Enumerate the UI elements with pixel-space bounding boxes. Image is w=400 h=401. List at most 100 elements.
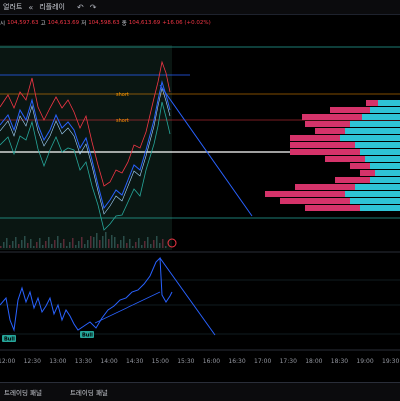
bull-label: Bull bbox=[4, 337, 15, 343]
time-tick: 15:30 bbox=[177, 358, 194, 365]
bull-label: Bull bbox=[82, 333, 93, 339]
volume-bar bbox=[141, 245, 143, 248]
volume-bar bbox=[66, 246, 68, 248]
volume-bar bbox=[153, 240, 155, 248]
volume-bar bbox=[60, 243, 62, 248]
profile-row-bull bbox=[360, 205, 400, 211]
volume-bar bbox=[0, 246, 2, 248]
volume-bar bbox=[18, 244, 20, 248]
profile-row-bear bbox=[280, 198, 350, 204]
volume-bar bbox=[108, 239, 110, 248]
volume-bar bbox=[78, 241, 80, 248]
open-value: 104,597.63 bbox=[7, 20, 39, 26]
volume-bar bbox=[69, 242, 71, 248]
short-annotation: short bbox=[116, 118, 129, 124]
volume-bar bbox=[129, 239, 131, 248]
profile-row-bear bbox=[305, 121, 350, 127]
profile-row-bull bbox=[370, 107, 400, 113]
volume-bar bbox=[33, 246, 35, 248]
profile-row-bear bbox=[335, 177, 370, 183]
profile-row-bull bbox=[355, 184, 400, 190]
time-tick: 14:00 bbox=[100, 358, 117, 365]
volume-bar bbox=[150, 244, 152, 248]
bottom-panel-bar: 트레이딩 패널 트레이딩 패널 bbox=[0, 382, 400, 401]
volume-bar bbox=[42, 245, 44, 248]
time-tick: 12:00 bbox=[0, 358, 15, 365]
low-value: 104,598.63 bbox=[88, 20, 120, 26]
volume-bar bbox=[81, 237, 83, 248]
time-tick: 12:30 bbox=[24, 358, 41, 365]
redo-icon[interactable]: ↷ bbox=[87, 3, 100, 12]
profile-row-bear bbox=[325, 156, 365, 162]
volume-bar bbox=[102, 236, 104, 248]
volume-bar bbox=[93, 237, 95, 248]
trading-panel-tab[interactable]: 트레이딩 패널 bbox=[66, 387, 114, 397]
volume-bar bbox=[57, 236, 59, 248]
profile-row-bear bbox=[315, 128, 345, 134]
volume-bar bbox=[21, 240, 23, 248]
open-label: 시 bbox=[0, 21, 6, 27]
volume-bar bbox=[12, 241, 14, 248]
volume-bar bbox=[36, 242, 38, 248]
profile-row-bull bbox=[365, 156, 400, 162]
profile-row-bull bbox=[350, 121, 400, 127]
profile-row-bull bbox=[362, 114, 400, 120]
trading-panel-tab[interactable]: 트레이딩 패널 bbox=[0, 387, 48, 397]
low-label: 저 bbox=[81, 21, 87, 27]
volume-bar bbox=[159, 243, 161, 248]
profile-row-bear bbox=[302, 114, 362, 120]
rewind-icon[interactable]: « bbox=[25, 3, 36, 12]
profile-row-bull bbox=[370, 163, 400, 169]
time-axis[interactable]: 12:00 12:30 13:00 13:30 14:00 14:30 15:00 15:30… bbox=[0, 358, 399, 365]
profile-row-bear bbox=[290, 149, 360, 155]
profile-row-bear bbox=[305, 205, 360, 211]
oscillator-pane bbox=[0, 252, 400, 350]
time-tick: 13:00 bbox=[49, 358, 66, 365]
replay-button[interactable]: 리플레이 bbox=[36, 2, 68, 12]
profile-row-bear bbox=[360, 170, 375, 176]
volume-bar bbox=[126, 243, 128, 248]
volume-bar bbox=[63, 239, 65, 248]
volume-bar bbox=[162, 239, 164, 248]
volume-bar bbox=[111, 235, 113, 248]
high-label: 고 bbox=[40, 21, 46, 27]
profile-row-bear bbox=[265, 191, 345, 197]
top-toolbar: 얼러트 « 리플레이 ↶ ↷ bbox=[0, 0, 400, 15]
volume-bar bbox=[72, 238, 74, 248]
volume-bar bbox=[24, 236, 26, 248]
profile-row-bull bbox=[345, 128, 400, 134]
volume-bar bbox=[138, 238, 140, 248]
change-value: +16.06 (+0.02%) bbox=[162, 20, 211, 26]
profile-row-bear bbox=[350, 163, 370, 169]
volume-bar bbox=[30, 239, 32, 248]
volume-bar bbox=[39, 238, 41, 248]
volume-bar bbox=[9, 245, 11, 248]
volume-bar bbox=[120, 240, 122, 248]
price-chart[interactable]: short short Bull Bull 12:00 12:30 13:00 13:… bbox=[0, 30, 400, 382]
profile-row-bear bbox=[366, 100, 378, 106]
volume-bar bbox=[3, 242, 5, 248]
volume-bar bbox=[117, 244, 119, 248]
time-tick: 17:00 bbox=[254, 358, 271, 365]
undo-icon[interactable]: ↶ bbox=[74, 3, 87, 12]
volume-bar bbox=[156, 236, 158, 248]
profile-row-bull bbox=[370, 177, 400, 183]
volume-bar bbox=[96, 233, 98, 248]
time-tick: 13:30 bbox=[75, 358, 92, 365]
volume-bar bbox=[48, 237, 50, 248]
profile-row-bull bbox=[378, 100, 400, 106]
volume-bar bbox=[135, 242, 137, 248]
profile-row-bear bbox=[290, 135, 340, 141]
volume-bar bbox=[132, 246, 134, 248]
time-tick: 14:30 bbox=[126, 358, 143, 365]
time-tick: 16:00 bbox=[203, 358, 220, 365]
alert-button[interactable]: 얼러트 bbox=[0, 2, 25, 12]
profile-row-bull bbox=[345, 191, 400, 197]
volume-bar bbox=[6, 238, 8, 248]
profile-row-bear bbox=[330, 107, 370, 113]
volume-bar bbox=[27, 243, 29, 248]
volume-bar bbox=[51, 244, 53, 248]
close-value: 104,613.69 bbox=[128, 20, 161, 26]
volume-bar bbox=[15, 237, 17, 248]
profile-row-bear bbox=[295, 184, 355, 190]
